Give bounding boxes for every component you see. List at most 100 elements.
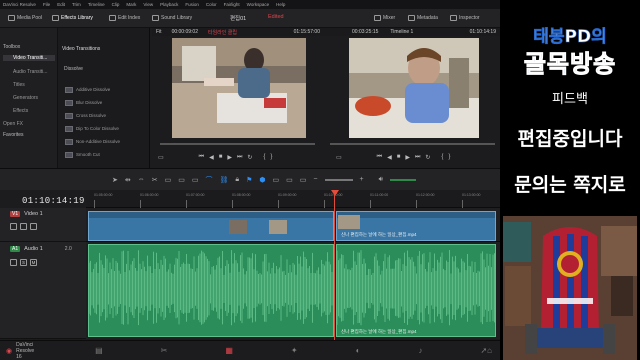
loop-icon[interactable]: ↻ <box>247 154 252 161</box>
play-icon[interactable]: ▶ <box>227 154 232 161</box>
timeline-viewer[interactable] <box>349 38 479 138</box>
toolbox-item-open-fx[interactable]: Open FX <box>3 121 23 127</box>
viewer-options-icon[interactable]: ▭ <box>336 154 342 161</box>
menu-item[interactable]: File <box>43 2 50 7</box>
overwrite-clip-icon[interactable]: ▭ <box>178 176 185 184</box>
effect-item-cross-dissolve[interactable]: Cross Dissolve <box>65 110 147 121</box>
linked-selection-icon[interactable]: ⛓ <box>220 176 229 184</box>
jump-start-icon[interactable]: ⏮ <box>377 154 382 161</box>
lock-track-icon[interactable] <box>10 259 17 266</box>
menu-item[interactable]: Fairlight <box>224 2 240 7</box>
mark-out-icon[interactable]: } <box>448 154 450 160</box>
auto-select-icon[interactable] <box>20 223 27 230</box>
timeline-name-dropdown[interactable]: Timeline 1 <box>390 29 413 35</box>
timeline-ruler[interactable]: 01:05:00:00 01:06:00:00 01:07:00:00 01:08:0… <box>86 190 500 208</box>
audio-clip[interactable] <box>88 244 334 337</box>
volume-slider[interactable] <box>390 179 417 181</box>
dynamic-trim-icon[interactable]: ⇔ <box>138 176 145 183</box>
video-track-name[interactable]: Video 1 <box>24 211 43 217</box>
menu-item[interactable]: Workspace <box>247 2 269 7</box>
mark-in-icon[interactable]: { <box>441 154 443 160</box>
deliver-page-icon[interactable]: ➚ <box>480 346 487 355</box>
cut-page-icon[interactable]: ✂ <box>161 346 168 355</box>
blade-tool-icon[interactable]: ✂ <box>152 176 158 184</box>
replace-clip-icon[interactable]: ▭ <box>192 176 199 184</box>
inspector-button[interactable]: Inspector <box>446 12 484 24</box>
effect-item-non-additive[interactable]: Non-Additive Dissolve <box>65 136 147 147</box>
zoom-detail-icon[interactable]: ▭ <box>286 176 293 184</box>
effect-item-dip-to-color[interactable]: Dip To Color Dissolve <box>65 123 147 134</box>
toolbox-item-effects[interactable]: Effects <box>13 108 28 114</box>
viewer-options-icon[interactable]: ▭ <box>158 154 164 161</box>
play-reverse-icon[interactable]: ◀ <box>209 154 214 161</box>
toolbox-item-generators[interactable]: Generators <box>13 95 38 101</box>
source-clip-name[interactable]: 타임라인 클립 <box>208 29 237 36</box>
menu-item[interactable]: Timeline <box>88 2 105 7</box>
mark-out-icon[interactable]: } <box>270 154 272 160</box>
toolbox-item-audio-transitions[interactable]: Audio Transiti... <box>13 69 47 75</box>
sound-library-button[interactable]: Sound Library <box>148 12 196 24</box>
mark-in-icon[interactable]: { <box>263 154 265 160</box>
playhead-handle[interactable] <box>331 190 339 196</box>
stop-icon[interactable]: ■ <box>397 154 401 160</box>
trim-tool-icon[interactable]: ⇹ <box>125 176 131 184</box>
play-icon[interactable]: ▶ <box>405 154 410 161</box>
edit-page-icon[interactable]: ▦ <box>225 346 233 355</box>
timeline-scrub-bar[interactable] <box>330 143 495 145</box>
toolbox-header[interactable]: Toolbox <box>3 44 20 50</box>
audio-clip[interactable]: 신나 편집하는 날에 하는 일상_편집.mp4 <box>336 244 496 337</box>
metadata-button[interactable]: Metadata <box>404 12 442 24</box>
menu-item[interactable]: Help <box>276 2 285 7</box>
favorites-header[interactable]: Favorites <box>3 132 24 138</box>
menu-item[interactable]: Trim <box>72 2 81 7</box>
flag-icon[interactable]: ⚑ <box>246 176 252 184</box>
speaker-icon[interactable]: 🔊︎ <box>379 176 383 184</box>
mute-button[interactable]: M <box>30 259 37 266</box>
menu-item[interactable]: Playback <box>160 2 178 7</box>
jump-end-icon[interactable]: ⏭ <box>237 154 242 161</box>
zoom-full-icon[interactable]: ▭ <box>273 176 280 184</box>
menu-item[interactable]: Mark <box>126 2 136 7</box>
video-clip[interactable] <box>88 211 334 241</box>
source-viewer[interactable] <box>172 38 306 138</box>
toolbox-item-video-transitions[interactable]: Video Transiti... <box>3 55 55 61</box>
jump-end-icon[interactable]: ⏭ <box>415 154 420 161</box>
media-pool-button[interactable]: Media Pool <box>4 12 46 24</box>
color-page-icon[interactable]: ◐ <box>356 346 361 355</box>
snapping-icon[interactable]: ⌒ <box>206 175 213 185</box>
insert-clip-icon[interactable]: ▭ <box>165 176 172 184</box>
mixer-button[interactable]: Mixer <box>370 12 399 24</box>
effect-item-blur-dissolve[interactable]: Blur Dissolve <box>65 97 147 108</box>
effect-item-additive-dissolve[interactable]: Additive Dissolve <box>65 84 147 95</box>
timeline-timecode[interactable]: 01:10:14:19 <box>22 196 85 206</box>
lock-track-icon[interactable] <box>10 223 17 230</box>
home-icon[interactable]: ⌂ <box>487 346 492 355</box>
menu-item[interactable]: Clip <box>112 2 120 7</box>
zoom-custom-icon[interactable]: ▭ <box>300 176 307 184</box>
play-reverse-icon[interactable]: ◀ <box>387 154 392 161</box>
jump-start-icon[interactable]: ⏮ <box>199 154 204 161</box>
fusion-page-icon[interactable]: ✦ <box>291 346 298 355</box>
media-page-icon[interactable]: ▤ <box>95 346 103 355</box>
effect-item-smooth-cut[interactable]: Smooth Cut <box>65 149 147 160</box>
disable-track-icon[interactable] <box>30 223 37 230</box>
solo-button[interactable]: S <box>20 259 27 266</box>
effects-library-button[interactable]: Effects Library <box>48 12 97 24</box>
fit-dropdown[interactable]: Fit <box>156 29 162 35</box>
menu-item[interactable]: Color <box>206 2 217 7</box>
menu-item[interactable]: View <box>143 2 153 7</box>
loop-icon[interactable]: ↻ <box>425 154 430 161</box>
playhead[interactable] <box>334 190 335 340</box>
zoom-slider[interactable] <box>324 179 353 181</box>
source-scrub-bar[interactable] <box>160 143 315 145</box>
stop-icon[interactable]: ■ <box>219 154 223 160</box>
zoom-out-icon[interactable]: − <box>313 176 317 183</box>
menu-item[interactable]: DaVinci Resolve <box>3 2 36 7</box>
position-lock-icon[interactable]: 🔒︎ <box>235 176 239 184</box>
marker-icon[interactable]: ⬢ <box>259 176 265 184</box>
edit-index-button[interactable]: Edit Index <box>105 12 144 24</box>
selection-tool-icon[interactable]: ➤ <box>112 176 118 184</box>
menu-item[interactable]: Edit <box>57 2 65 7</box>
audio-track-name[interactable]: Audio 1 <box>24 246 43 252</box>
fairlight-page-icon[interactable]: ♪ <box>418 346 422 355</box>
